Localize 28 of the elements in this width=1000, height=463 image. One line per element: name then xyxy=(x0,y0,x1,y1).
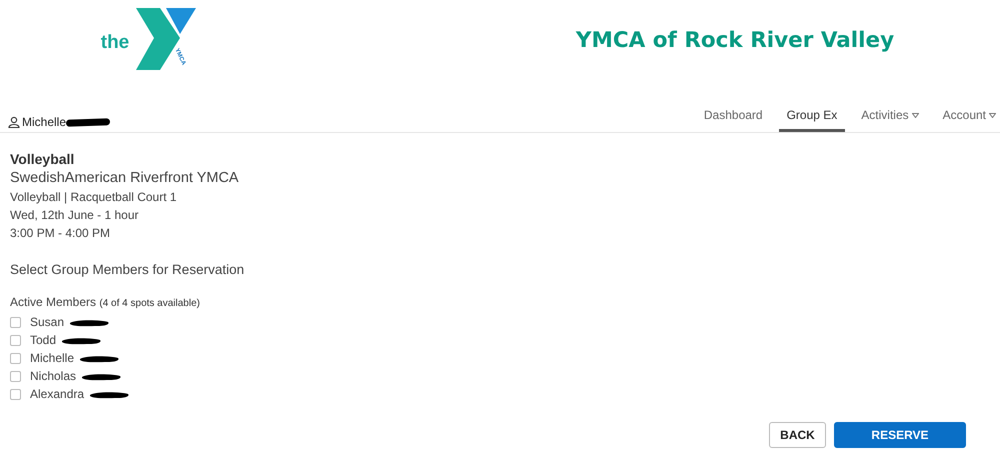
user-icon xyxy=(8,116,20,128)
spots-available-note: (4 of 4 spots available) xyxy=(99,298,200,309)
section-title: Select Group Members for Reservation xyxy=(10,262,246,277)
member-name: Michelle xyxy=(30,351,74,365)
class-title: Volleyball xyxy=(10,151,76,167)
checkbox[interactable] xyxy=(10,370,21,382)
checkbox[interactable] xyxy=(10,316,21,328)
class-detail: Wed, 12th June - 1 hour xyxy=(10,208,140,222)
class-detail: Volleyball | Racquetball Court 1 xyxy=(10,190,178,204)
class-location: SwedishAmerican Riverfront YMCA xyxy=(10,170,240,186)
nav-tab[interactable]: Group Ex xyxy=(778,108,846,132)
site-title: YMCA of Rock River Valley xyxy=(576,28,894,53)
member-name: Susan xyxy=(30,315,64,329)
nav-tab[interactable]: Activities xyxy=(853,108,927,132)
checkbox[interactable] xyxy=(10,334,21,346)
member-name: Nicholas xyxy=(30,369,76,383)
reserve-button[interactable]: RESERVE xyxy=(834,422,966,448)
class-detail: 3:00 PM - 4:00 PM xyxy=(10,226,112,240)
checkbox[interactable] xyxy=(10,388,21,400)
checkbox[interactable] xyxy=(10,352,21,364)
nav-tab[interactable]: Dashboard xyxy=(696,108,771,132)
user-name: Michelle xyxy=(22,115,66,129)
members-heading: Active Members xyxy=(10,295,96,309)
logo-text: the xyxy=(100,32,130,54)
member-name: Alexandra xyxy=(30,387,84,401)
back-button[interactable]: BACK xyxy=(769,422,826,448)
member-name: Todd xyxy=(30,333,56,347)
nav-tab[interactable]: Account xyxy=(934,108,1000,132)
